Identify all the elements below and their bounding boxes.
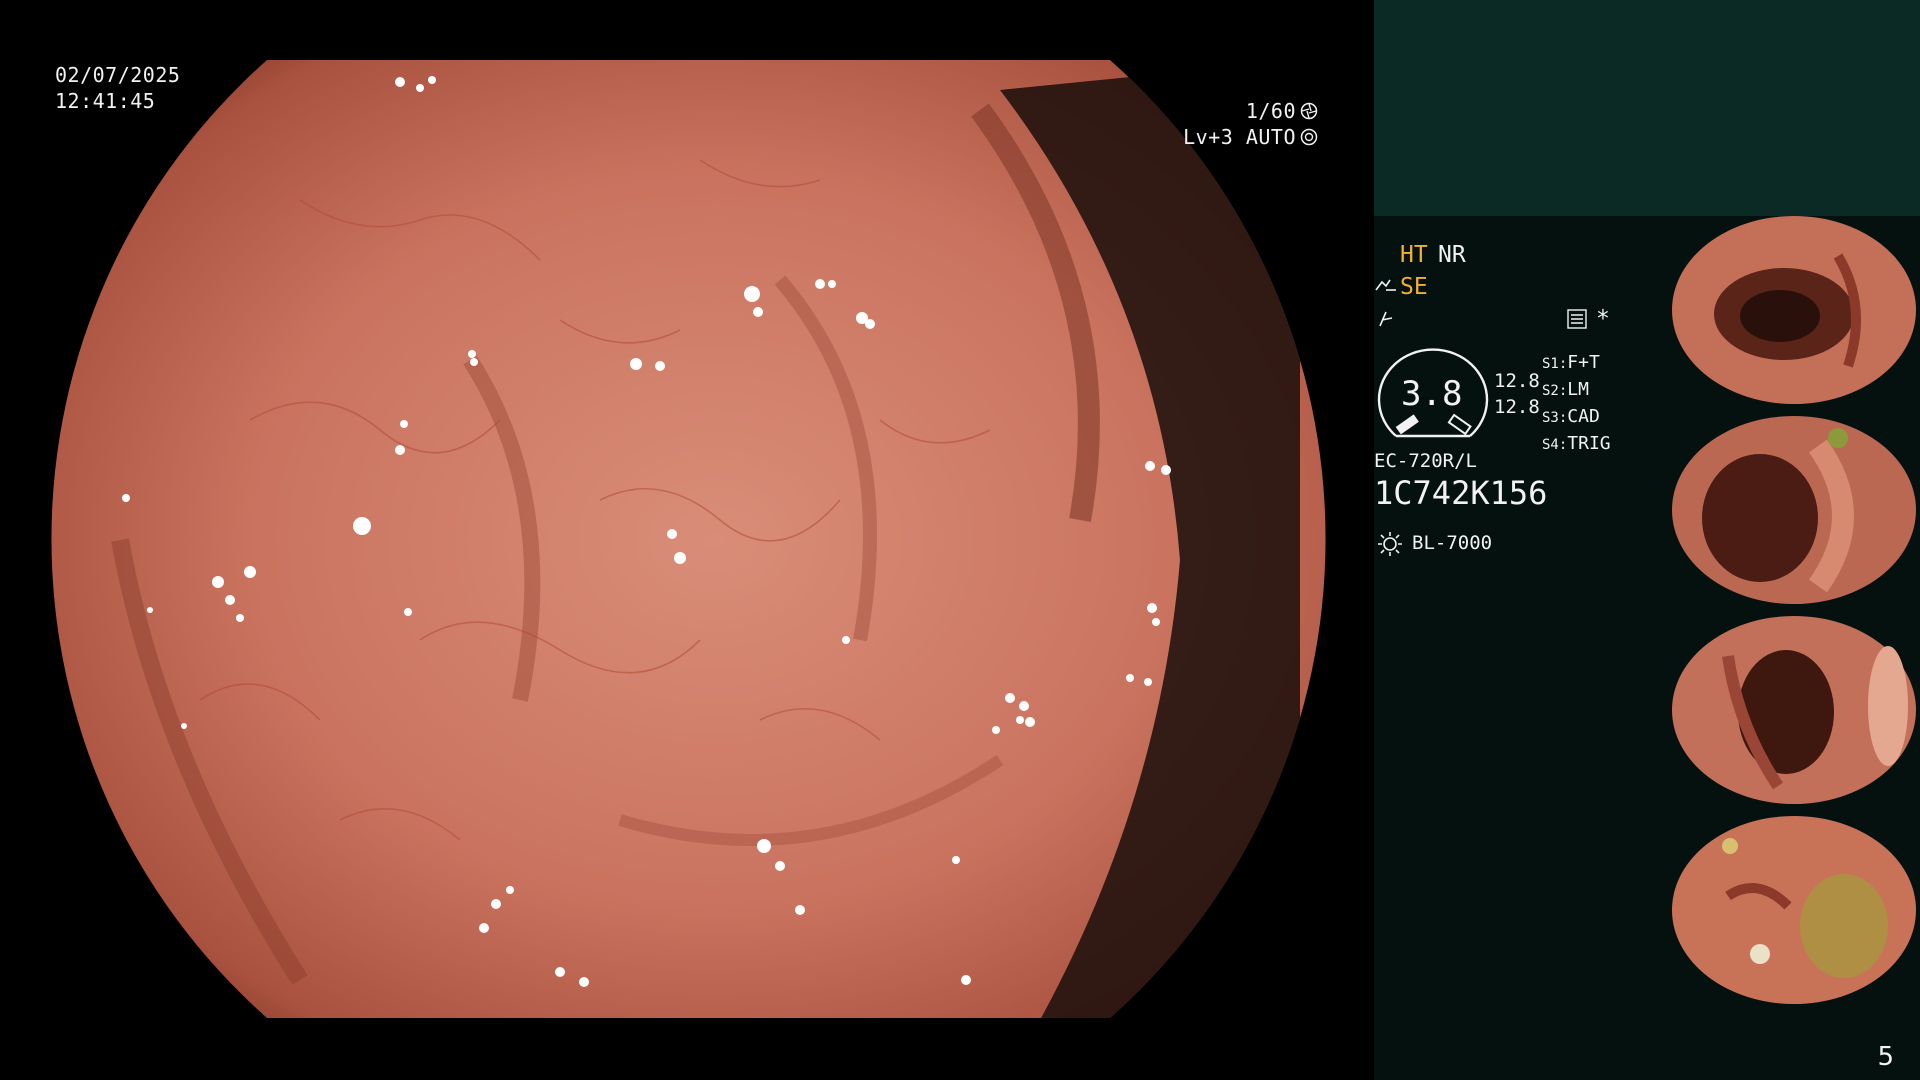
ht-indicator: HT	[1400, 242, 1428, 268]
switch-s4: S4:TRIG	[1542, 433, 1611, 454]
panel-header-area	[1374, 0, 1920, 216]
thumbnail-2[interactable]	[1668, 416, 1920, 611]
zoom-value: 3.8	[1401, 374, 1463, 414]
thumbnail-3[interactable]	[1668, 616, 1920, 811]
date-time-display: 02/07/2025 12:41:45	[55, 62, 180, 114]
scope-serial: 1C742K156	[1374, 474, 1548, 512]
endoscope-view: 02/07/2025 12:41:45 1/60 Lv+3 AUTO	[0, 0, 1374, 1080]
light-source-icon	[1378, 532, 1402, 556]
zoom-reading-b: 12.8	[1494, 396, 1540, 418]
se-indicator: SE	[1400, 274, 1428, 300]
thumbnail-image	[1672, 616, 1916, 804]
asterisk-indicator: *	[1596, 306, 1610, 332]
thumbnail-image	[1672, 416, 1916, 604]
light-source-model: BL-7000	[1412, 532, 1493, 554]
scope-model: EC-720R/L	[1374, 450, 1477, 472]
iris-icon	[1300, 128, 1318, 146]
page-number: 5	[1877, 1042, 1894, 1072]
switch-s1: S1:F+T	[1542, 352, 1600, 373]
aperture-icon	[1300, 102, 1318, 120]
date-text: 02/07/2025	[55, 63, 181, 87]
time-text: 12:41:45	[55, 89, 156, 113]
exposure-level-text: Lv+3 AUTO	[1183, 125, 1296, 149]
structure-enhance-icon	[1375, 279, 1396, 291]
thumbnail-image	[1672, 816, 1916, 1004]
processor-info-panel: HT NR SE * 3.8 12.8 12.8 S1:F+T S2:LM S3	[1374, 0, 1920, 1080]
switch-s3: S3:CAD	[1542, 406, 1600, 427]
endoscope-image	[51, 60, 1326, 1018]
zoom-reading-a: 12.8	[1494, 370, 1540, 392]
switch-s2: S2:LM	[1542, 379, 1589, 400]
color-mode-icon	[1379, 311, 1393, 327]
exposure-display: 1/60 Lv+3 AUTO	[1183, 98, 1318, 150]
switch-assignments: S1:F+T S2:LM S3:CAD S4:TRIG	[1542, 350, 1611, 458]
settings-list-icon	[1567, 309, 1587, 329]
shutter-speed-text: 1/60	[1245, 99, 1296, 123]
thumbnail-4[interactable]	[1668, 816, 1920, 1011]
thumbnail-image	[1672, 216, 1916, 404]
nr-indicator: NR	[1438, 242, 1466, 268]
thumbnail-1[interactable]	[1668, 216, 1920, 411]
